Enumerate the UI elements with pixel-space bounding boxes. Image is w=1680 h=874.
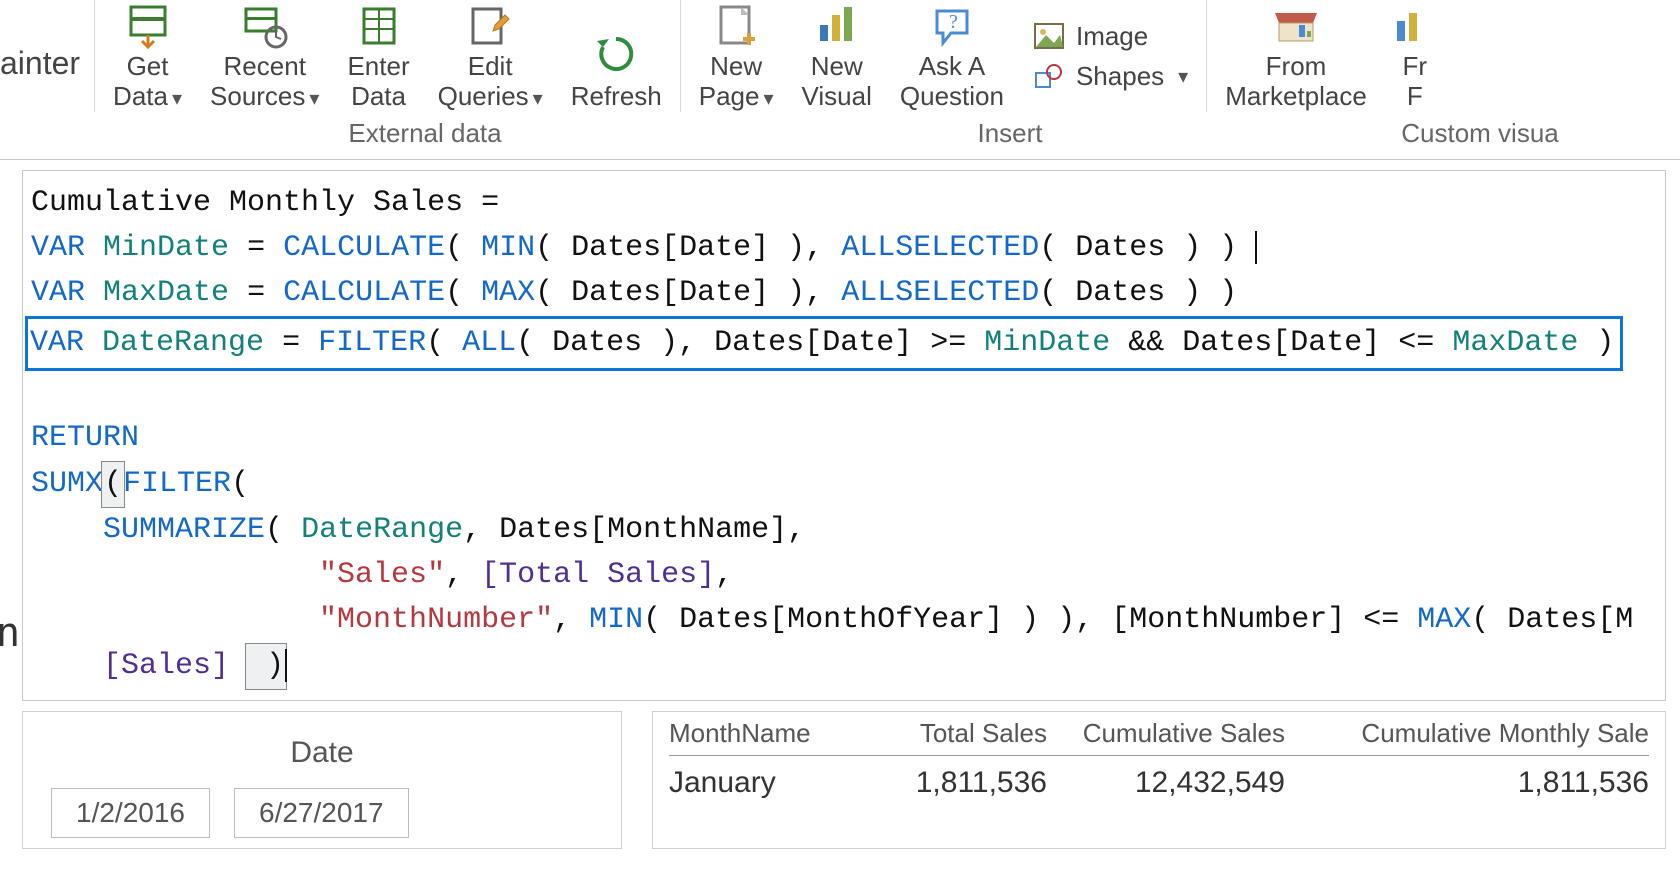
highlighted-line: VAR DateRange = FILTER( ALL( Dates ), Da… (25, 316, 1623, 371)
formula-bar[interactable]: Cumulative Monthly Sales = VAR MinDate =… (22, 170, 1666, 701)
cell-cum-sales: 12,432,549 (1075, 766, 1285, 800)
shapes-icon (1032, 59, 1066, 93)
from-file-icon (1395, 0, 1435, 52)
edge-fragment: n (0, 610, 20, 656)
from-marketplace-label: From Marketplace (1225, 52, 1367, 112)
ribbon-group-external-data: External data (110, 118, 740, 149)
format-painter-fragment: ainter (0, 21, 90, 92)
get-data-icon (125, 0, 171, 52)
bracket-match: ( (101, 461, 125, 508)
enter-data-button[interactable]: Enter Data (333, 0, 423, 112)
refresh-button[interactable]: Refresh (557, 0, 676, 112)
ribbon-group-insert: Insert (740, 118, 1280, 149)
return-keyword: RETURN (31, 421, 139, 455)
chevron-down-icon: ▾ (1178, 64, 1188, 89)
ask-a-question-label: Ask A Question (900, 52, 1004, 112)
dax-code[interactable]: Cumulative Monthly Sales = VAR MinDate =… (23, 171, 1665, 700)
sales-table[interactable]: MonthName Total Sales Cumulative Sales C… (652, 711, 1666, 849)
col-cum-sales[interactable]: Cumulative Sales (1075, 718, 1285, 749)
shapes-label: Shapes (1076, 61, 1164, 92)
text-caret (285, 649, 287, 682)
chevron-down-icon: ▾ (763, 88, 773, 111)
from-file-label: Fr F (1403, 52, 1428, 112)
date-to-input[interactable]: 6/27/2017 (234, 788, 409, 838)
image-label: Image (1076, 21, 1148, 52)
ribbon-separator (680, 0, 681, 112)
new-visual-label: New Visual (802, 52, 872, 112)
from-marketplace-button[interactable]: From Marketplace (1211, 0, 1381, 112)
ribbon-group-custom-visuals: Custom visua (1280, 118, 1680, 149)
enter-data-icon (356, 0, 402, 52)
new-page-icon (713, 0, 759, 52)
date-slicer-title: Date (51, 736, 593, 770)
recent-sources-icon (242, 0, 288, 52)
col-monthname[interactable]: MonthName (669, 718, 849, 749)
col-cum-monthly[interactable]: Cumulative Monthly Sale (1313, 718, 1649, 749)
ask-a-question-button[interactable]: ? Ask A Question (886, 0, 1018, 112)
refresh-icon (593, 26, 639, 82)
new-visual-button[interactable]: New Visual (788, 0, 886, 112)
new-page-button[interactable]: New Page▾ (685, 0, 788, 112)
chevron-down-icon: ▾ (172, 88, 182, 111)
get-data-label: Get Data (113, 51, 168, 111)
text-caret (1255, 231, 1257, 264)
bracket-match: ) (245, 643, 287, 690)
svg-text:?: ? (949, 11, 958, 33)
date-slicer[interactable]: Date 1/2/2016 6/27/2017 (22, 711, 622, 849)
code-line-1: Cumulative Monthly Sales = (31, 186, 499, 220)
new-visual-icon (814, 0, 860, 52)
recent-sources-label: Recent Sources (210, 51, 306, 111)
cell-total-sales: 1,811,536 (877, 766, 1047, 800)
enter-data-label: Enter Data (347, 52, 409, 112)
col-total-sales[interactable]: Total Sales (877, 718, 1047, 749)
image-button[interactable]: Image (1032, 19, 1188, 53)
edit-queries-button[interactable]: Edit Queries▾ (424, 0, 557, 112)
ribbon-separator (1206, 0, 1207, 112)
refresh-label: Refresh (571, 82, 662, 112)
image-icon (1032, 19, 1066, 53)
shapes-button[interactable]: Shapes ▾ (1032, 59, 1188, 93)
cell-monthname: January (669, 766, 849, 800)
from-marketplace-icon (1269, 0, 1323, 52)
edit-queries-icon (467, 0, 513, 52)
chevron-down-icon: ▾ (533, 88, 543, 111)
from-file-fragment[interactable]: Fr F (1381, 0, 1435, 112)
date-from-input[interactable]: 1/2/2016 (51, 788, 210, 838)
get-data-button[interactable]: Get Data▾ (99, 0, 196, 112)
ribbon-separator (94, 0, 95, 112)
chevron-down-icon: ▾ (309, 88, 319, 111)
edit-queries-label: Edit Queries (438, 51, 529, 111)
new-page-label: New Page (699, 51, 762, 111)
recent-sources-button[interactable]: Recent Sources▾ (196, 0, 333, 112)
ask-a-question-icon: ? (929, 0, 975, 52)
table-row: January 1,811,536 12,432,549 1,811,536 (669, 756, 1649, 800)
ribbon-group-clipboard (0, 118, 110, 149)
cell-cum-monthly: 1,811,536 (1313, 766, 1649, 800)
